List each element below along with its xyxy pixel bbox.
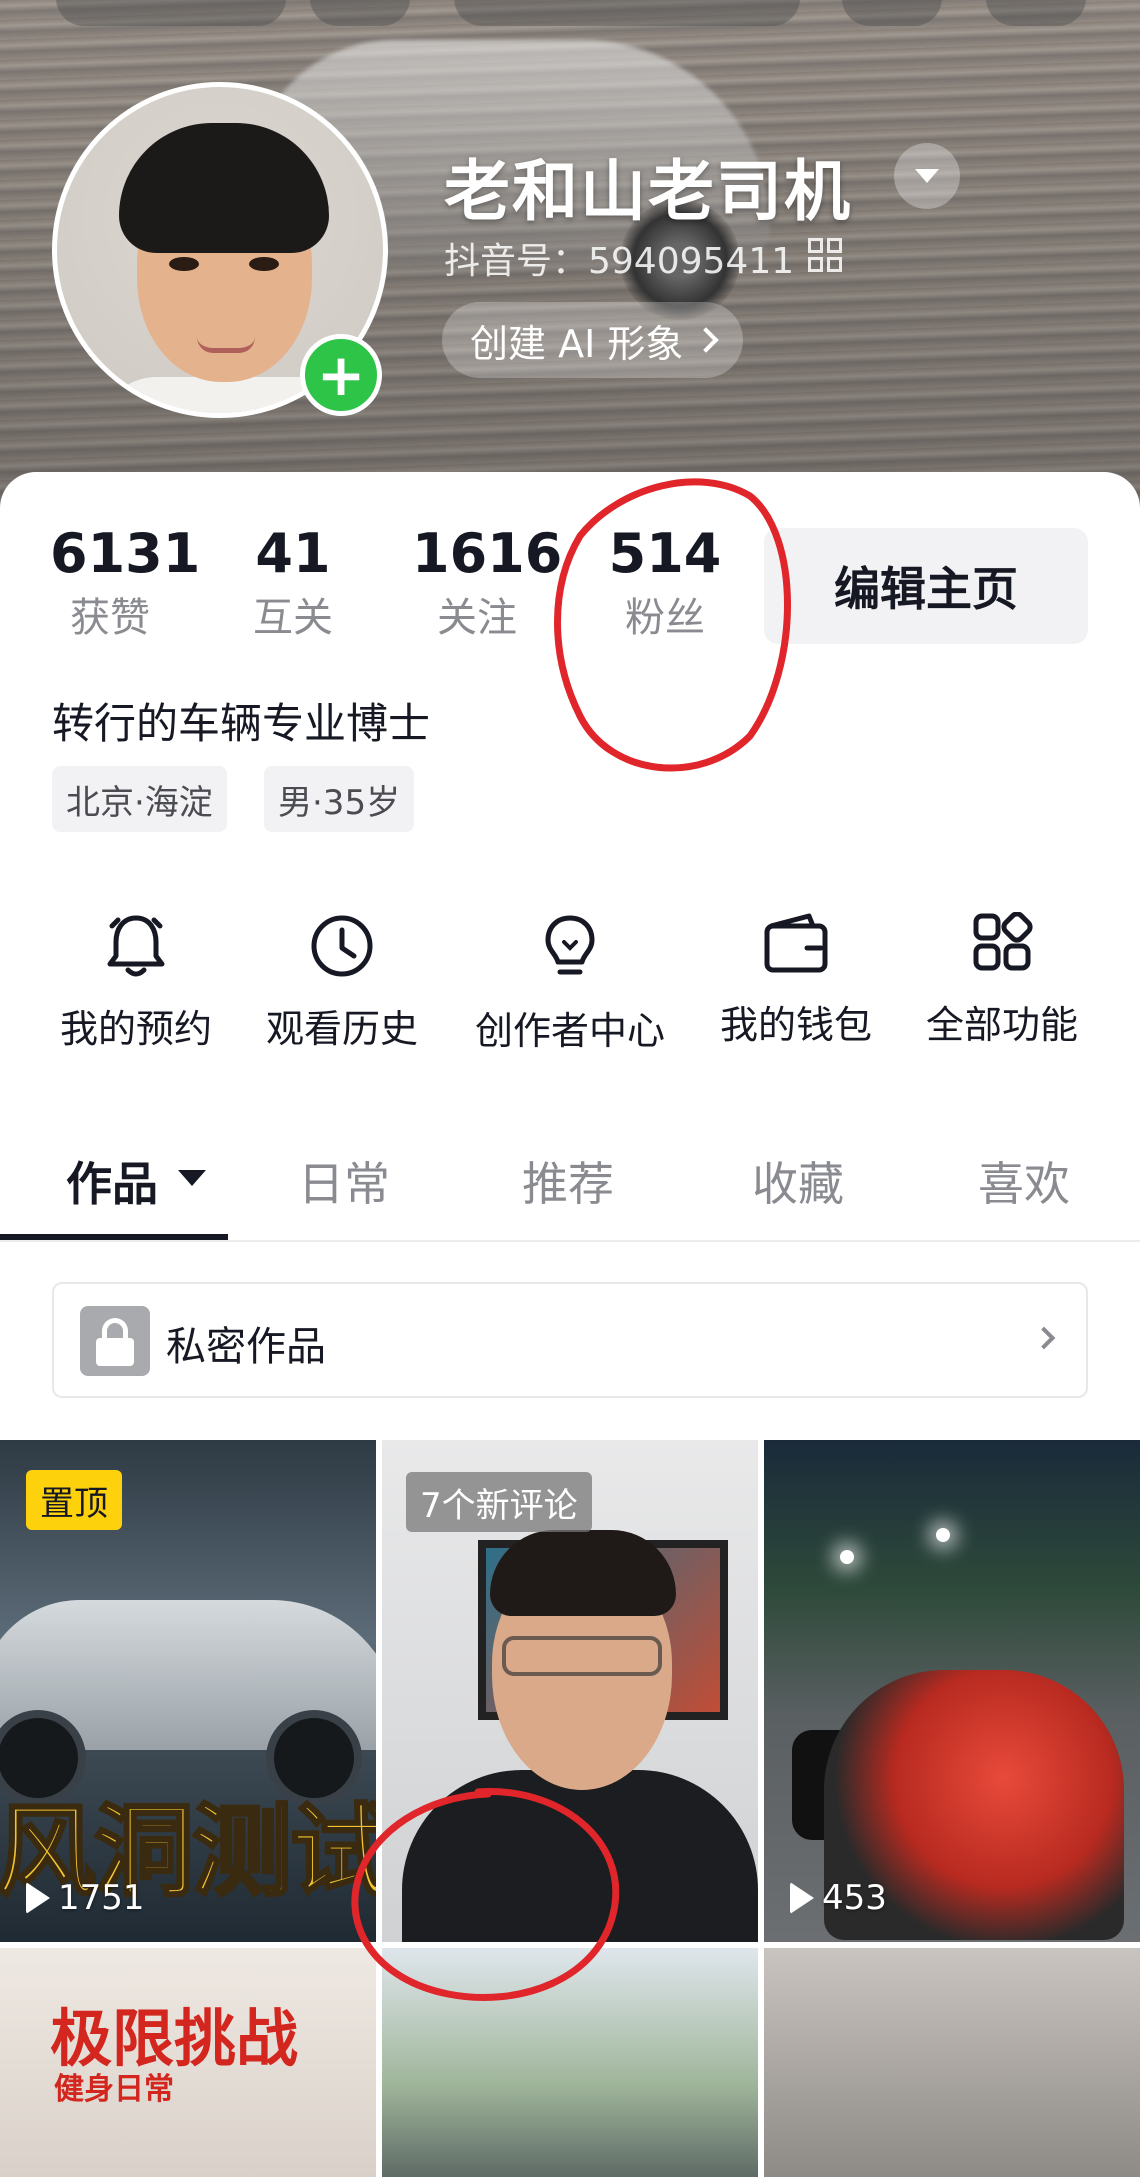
func-watch-history[interactable]: 观看历史 (242, 912, 442, 1053)
play-icon (26, 1882, 50, 1914)
create-ai-avatar-label: 创建 AI 形象 (470, 321, 684, 366)
func-wallet[interactable]: 我的钱包 (696, 912, 896, 1049)
qr-code-icon[interactable] (808, 238, 842, 272)
caret-down-icon[interactable] (178, 1170, 206, 1186)
func-reservations[interactable]: 我的预约 (36, 912, 236, 1053)
tab-likes[interactable]: 喜欢 (978, 1148, 1070, 1214)
tag-gender-age: 男·35岁 (264, 766, 415, 832)
stat-mutual-label: 互关 (253, 595, 333, 641)
video-3-plays: 453 (822, 1878, 887, 1918)
stat-likes-label: 获赞 (70, 595, 150, 641)
wallet-icon (764, 913, 828, 973)
func-creator-center-label: 创作者中心 (474, 1009, 665, 1053)
create-ai-avatar-button[interactable]: 创建 AI 形象 (442, 302, 744, 378)
tab-daily[interactable]: 日常 (298, 1148, 390, 1214)
tab-favorites[interactable]: 收藏 (752, 1148, 844, 1214)
stat-mutual[interactable]: 41 互关 (240, 524, 346, 646)
video-thumbnail-5[interactable] (382, 1948, 758, 2177)
func-all-features-label: 全部功能 (925, 1003, 1078, 1047)
clock-icon (311, 915, 373, 977)
stat-mutual-value: 41 (255, 522, 331, 585)
play-icon (790, 1882, 814, 1914)
top-left-pill[interactable] (56, 0, 286, 26)
chevron-right-icon (693, 327, 720, 353)
video-1-plays: 1751 (58, 1878, 145, 1918)
lightbulb-icon (545, 915, 595, 975)
video-thumbnail-2[interactable]: 7个新评论 (382, 1440, 758, 1942)
func-wallet-label: 我的钱包 (719, 1003, 872, 1047)
new-comments-badge: 7个新评论 (406, 1472, 592, 1532)
tab-recommend[interactable]: 推荐 (522, 1148, 614, 1214)
func-creator-center[interactable]: 创作者中心 (470, 912, 670, 1055)
top-search-pill[interactable] (454, 0, 800, 26)
private-works-label: 私密作品 (166, 1324, 326, 1370)
stat-followers[interactable]: 514 粉丝 (606, 524, 724, 646)
lock-icon (80, 1306, 150, 1376)
douyin-id: 抖音号：594095411 (444, 241, 795, 282)
active-tab-underline (0, 1234, 228, 1240)
chevron-right-icon (1032, 1326, 1056, 1350)
stat-following-value: 1616 (412, 522, 563, 585)
top-pill-5[interactable] (986, 0, 1086, 26)
func-reservations-label: 我的预约 (59, 1007, 212, 1051)
add-avatar-plus-icon[interactable]: + (300, 334, 382, 416)
nickname-dropdown-icon[interactable] (894, 143, 960, 209)
video-thumbnail-4[interactable]: 极限挑战 健身日常 (0, 1948, 376, 2177)
bell-icon (107, 915, 165, 977)
private-works-row[interactable]: 私密作品 (52, 1282, 1088, 1398)
video-4-overlay-sub: 健身日常 (54, 2072, 174, 2107)
play-count: 1751 (26, 1878, 145, 1918)
func-watch-history-label: 观看历史 (265, 1007, 418, 1051)
func-all-features[interactable]: 全部功能 (902, 912, 1102, 1049)
stat-following[interactable]: 1616 关注 (412, 522, 563, 646)
stat-following-label: 关注 (437, 595, 517, 641)
bio: 转行的车辆专业博士 (52, 699, 431, 748)
pinned-badge: 置顶 (26, 1470, 122, 1530)
play-count: 453 (790, 1878, 887, 1918)
tab-works[interactable]: 作品 (66, 1148, 158, 1214)
grid-icon (973, 912, 1033, 971)
stat-likes-value: 6131 (50, 522, 201, 585)
video-thumbnail-3[interactable]: 453 (764, 1440, 1140, 1942)
stat-followers-value: 514 (608, 522, 722, 585)
stat-likes[interactable]: 6131 获赞 (50, 522, 201, 646)
top-pill-4[interactable] (842, 0, 942, 26)
tag-location: 北京·海淀 (52, 766, 227, 832)
nickname: 老和山老司机 (444, 153, 852, 230)
video-thumbnail-6[interactable] (764, 1948, 1140, 2177)
video-thumbnail-1[interactable]: 风洞测试 置顶 1751 (0, 1440, 376, 1942)
stat-followers-label: 粉丝 (625, 595, 705, 641)
top-pill-2[interactable] (310, 0, 410, 26)
edit-profile-button[interactable]: 编辑主页 (764, 528, 1088, 644)
